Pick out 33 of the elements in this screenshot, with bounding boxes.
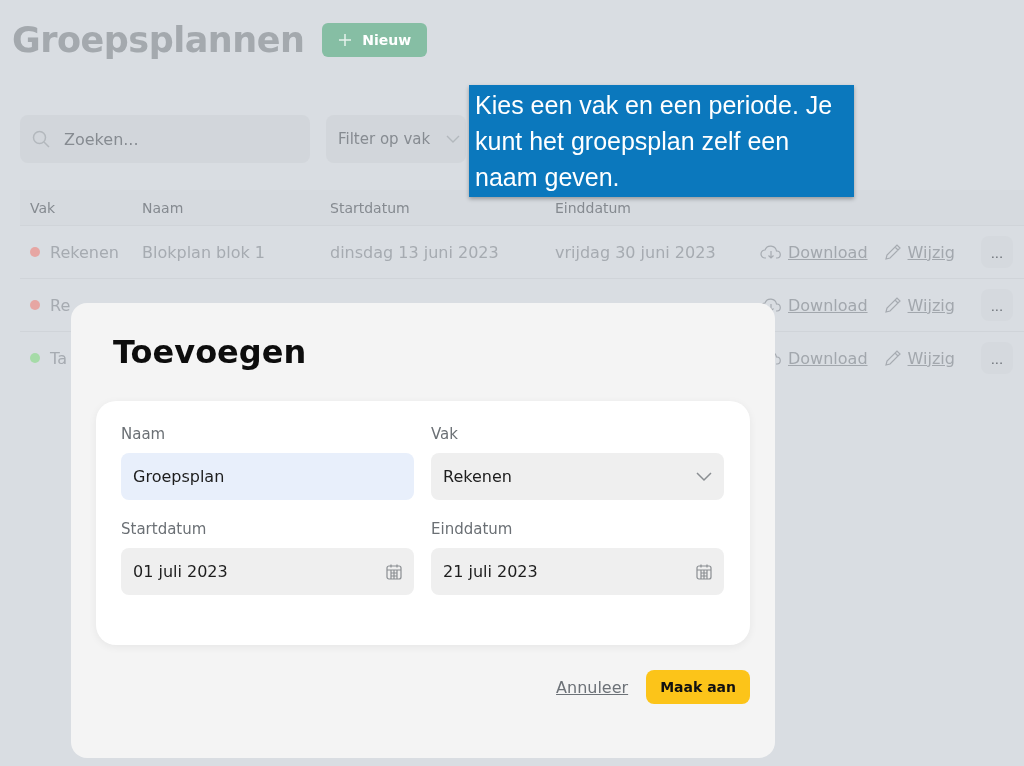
column-header: Vak — [30, 199, 56, 216]
search-icon — [32, 130, 50, 148]
calendar-icon — [696, 563, 712, 580]
calendar-icon — [386, 563, 402, 580]
field-label: Vak — [431, 425, 459, 443]
column-header: Naam — [142, 199, 184, 216]
pencil-icon — [883, 296, 902, 314]
field-label: Naam — [121, 425, 167, 443]
cancel-link[interactable]: Annuleer — [556, 677, 629, 697]
more-button[interactable]: ... — [980, 289, 1013, 321]
dialog-title: Toevoegen — [113, 333, 308, 371]
chevron-down-icon — [446, 135, 460, 143]
column-header: Startdatum — [330, 199, 410, 216]
search-placeholder: Zoeken... — [64, 129, 139, 149]
chevron-down-icon — [696, 471, 712, 482]
pencil-icon — [883, 243, 902, 261]
plus-icon — [338, 33, 353, 47]
create-button[interactable]: Maak aan — [646, 670, 750, 704]
filter-placeholder: Filter op vak — [338, 130, 431, 148]
new-button[interactable]: Nieuw — [322, 23, 428, 57]
subject-dropdown[interactable]: Rekenen — [431, 453, 724, 500]
column-header: Einddatum — [555, 199, 631, 216]
more-button[interactable]: ... — [980, 236, 1013, 268]
field-label: Startdatum — [121, 520, 208, 538]
tooltip: Kies een vak en een periode. Je kunt het groepsplan zelf een naam geven. — [469, 85, 854, 197]
more-button[interactable]: ... — [980, 342, 1013, 374]
date-field[interactable]: 21 juli 2023 — [431, 548, 724, 595]
date-field[interactable]: 01 juli 2023 — [121, 548, 414, 595]
input-field[interactable]: Groepsplan — [121, 453, 414, 500]
subject-filter-dropdown[interactable]: Filter op vak — [326, 115, 466, 163]
search-field[interactable]: Zoeken... — [20, 115, 310, 163]
field-label: Einddatum — [431, 520, 514, 538]
pencil-icon — [883, 349, 902, 367]
